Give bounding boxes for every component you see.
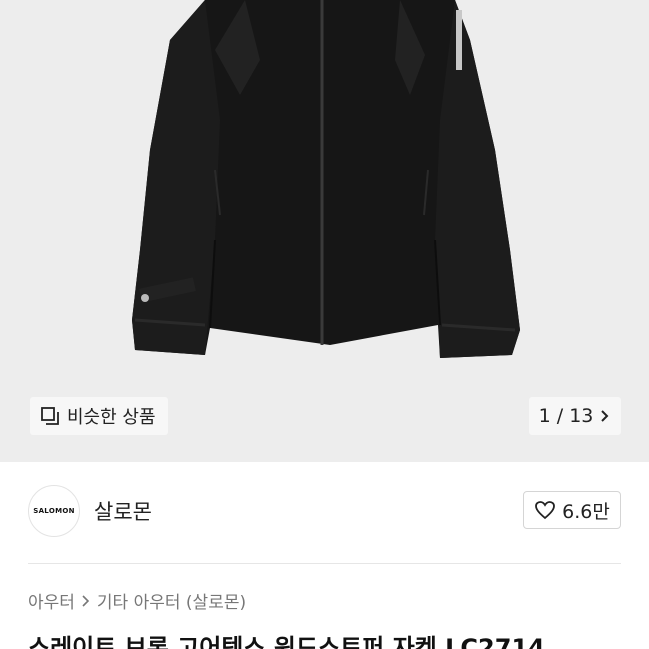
like-button[interactable]: 6.6만 [523, 491, 621, 529]
product-page: 비슷한 상품 1 / 13 SALOMON 살로몬 6.6만 아우터 기타 아우… [0, 0, 649, 649]
divider [28, 563, 621, 564]
product-image-gallery[interactable]: 비슷한 상품 1 / 13 [0, 0, 649, 462]
seller-name[interactable]: 살로몬 [94, 496, 152, 526]
jacket-photo [132, 0, 520, 358]
chevron-right-icon [601, 410, 609, 422]
like-count: 6.6만 [562, 500, 610, 523]
breadcrumb: 아우터 기타 아우터 (살로몬) [28, 588, 246, 613]
seller-avatar-logo: SALOMON [33, 507, 75, 515]
product-title: 스레이트 브론 고어텍스 윈드스토퍼 자켓 LC2714 [28, 634, 545, 649]
image-pager[interactable]: 1 / 13 [529, 397, 621, 435]
heart-icon [535, 501, 556, 520]
seller-avatar[interactable]: SALOMON [28, 485, 80, 537]
breadcrumb-item-outer[interactable]: 아우터 [28, 588, 75, 613]
chevron-right-icon [82, 594, 90, 607]
similar-products-button[interactable]: 비슷한 상품 [30, 397, 168, 435]
similar-items-icon [41, 407, 59, 425]
image-pager-text: 1 / 13 [538, 405, 594, 427]
breadcrumb-item-category[interactable]: 기타 아우터 (살로몬) [97, 588, 246, 613]
similar-products-label: 비슷한 상품 [67, 407, 156, 428]
